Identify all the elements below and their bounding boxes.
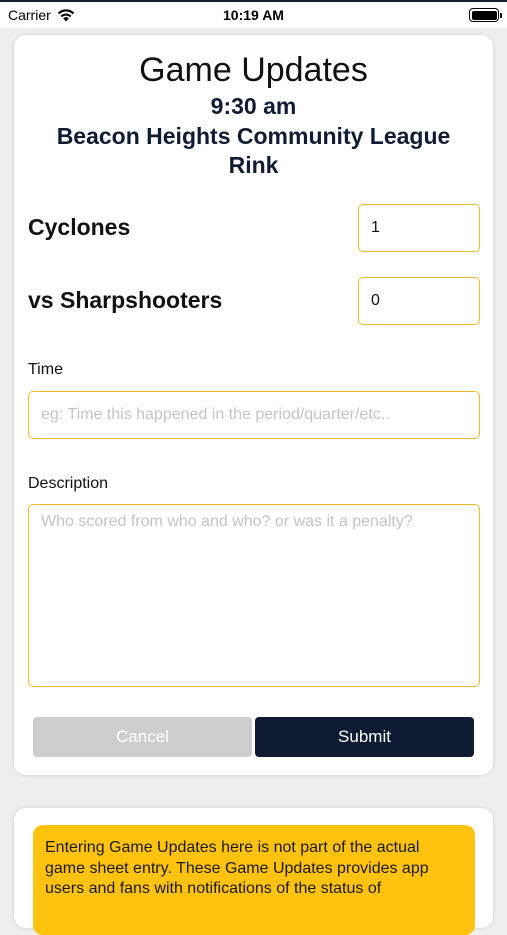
info-card: Entering Game Updates here is not part o… xyxy=(14,808,493,935)
time-field-label: Time xyxy=(28,361,63,378)
home-team-label: Cyclones xyxy=(28,214,131,240)
page-title: Game Updates xyxy=(139,51,368,89)
submit-button[interactable]: Submit xyxy=(255,717,474,757)
status-time: 10:19 AM xyxy=(223,7,284,23)
game-update-card: Game Updates 9:30 am Beacon Heights Comm… xyxy=(14,35,493,775)
notice-banner: Entering Game Updates here is not part o… xyxy=(33,825,475,935)
description-field-label: Description xyxy=(28,475,109,492)
battery-icon xyxy=(469,8,502,22)
home-score-input[interactable]: 1 xyxy=(358,204,480,252)
venue-name: Beacon Heights Community League Rink xyxy=(56,123,451,178)
description-textarea[interactable]: Who scored from who and who? or was it a… xyxy=(28,504,480,687)
game-time: 9:30 am xyxy=(210,93,297,119)
status-bar: Carrier 10:19 AM xyxy=(0,0,507,28)
away-team-label: vs Sharpshooters xyxy=(28,287,223,313)
away-score-input[interactable]: 0 xyxy=(358,277,480,325)
battery-level xyxy=(471,10,497,20)
time-input[interactable]: eg: Time this happened in the period/qua… xyxy=(28,391,480,439)
cancel-button[interactable]: Cancel xyxy=(33,717,252,757)
